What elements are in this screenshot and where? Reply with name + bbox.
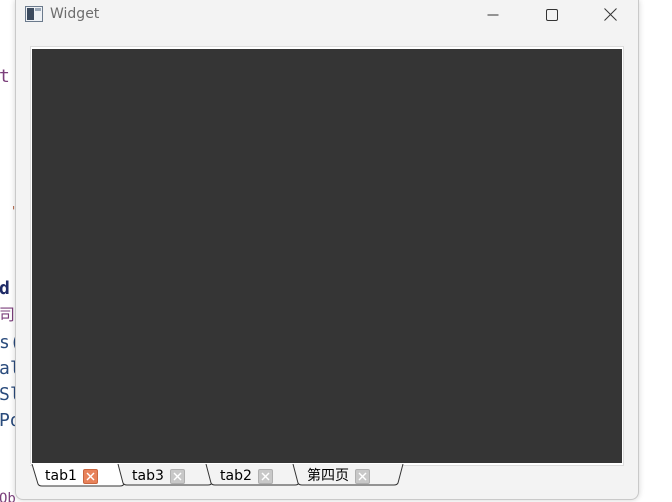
editor-fragment: Po <box>0 410 16 431</box>
maximize-button[interactable] <box>529 0 575 30</box>
tab-close-icon[interactable] <box>169 468 185 484</box>
minimize-icon <box>487 6 499 25</box>
tab-close-icon[interactable] <box>82 468 98 484</box>
background-editor: t ' d 司 s( al Sl Po Ob <box>0 0 16 502</box>
minimize-button[interactable] <box>470 0 516 30</box>
editor-fragment: s( <box>0 332 16 353</box>
editor-fragment: Ob <box>0 491 16 502</box>
tab-label: tab1 <box>45 468 77 484</box>
tab-label: tab2 <box>220 468 252 484</box>
app-window-icon <box>25 6 43 22</box>
tab-page4[interactable]: 第四页 <box>307 464 370 488</box>
editor-fragment: al <box>0 358 16 379</box>
tab-label: tab3 <box>132 468 164 484</box>
close-icon <box>603 6 617 25</box>
editor-fragment: 司 <box>0 305 16 324</box>
editor-fragment: t <box>0 66 10 87</box>
tab-close-icon[interactable] <box>257 468 273 484</box>
tab-tab1[interactable]: tab1 <box>45 464 98 488</box>
window-title: Widget <box>50 6 100 22</box>
close-button[interactable] <box>587 0 633 30</box>
editor-fragment: Sl <box>0 384 16 405</box>
editor-fragment: d <box>0 278 10 299</box>
tab-tab3[interactable]: tab3 <box>132 464 185 488</box>
title-bar[interactable]: Widget <box>16 0 638 30</box>
tab-tab2[interactable]: tab2 <box>220 464 273 488</box>
tab-label: 第四页 <box>307 468 349 484</box>
tab-page-panel <box>32 49 622 463</box>
maximize-icon <box>546 6 558 25</box>
widget-window: Widget tab1 tab3 tab2 第四页 <box>15 0 639 500</box>
tab-close-icon[interactable] <box>355 468 370 484</box>
tab-bar: tab1 tab3 tab2 第四页 <box>30 464 410 490</box>
